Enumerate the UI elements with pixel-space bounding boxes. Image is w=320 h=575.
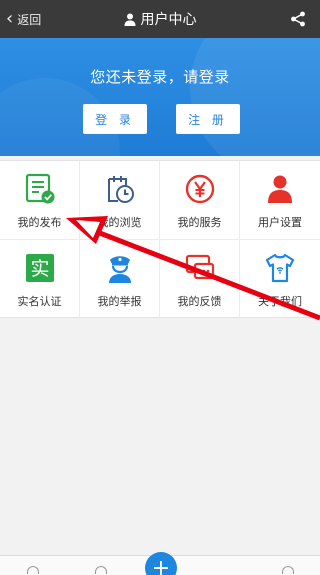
grid-item-label: 用户设置 <box>258 216 302 229</box>
document-check-icon <box>25 173 55 204</box>
grid-item-my-feedback[interactable]: 我的反馈 <box>160 240 240 319</box>
banner-decoration <box>190 38 320 156</box>
feature-grid: 我的发布 我的浏览 我的服务 用户设置 实 实名认证 我的举报 我的反馈 关于我… <box>0 160 320 319</box>
feedback-icon <box>185 254 215 280</box>
grid-item-label: 我的反馈 <box>177 295 222 308</box>
verify-icon: 实 <box>26 254 54 282</box>
police-icon <box>109 256 131 283</box>
grid-item-label: 关于我们 <box>258 295 302 308</box>
grid-item-my-reports[interactable]: 我的举报 <box>80 240 160 319</box>
user-icon <box>268 175 292 203</box>
person-icon <box>124 13 136 26</box>
grid-item-label: 我的浏览 <box>97 216 142 229</box>
grid-item-my-posts[interactable]: 我的发布 <box>0 161 80 240</box>
page-title-text: 用户中心 <box>140 12 197 28</box>
grid-item-real-name-verify[interactable]: 实 实名认证 <box>0 240 80 319</box>
plus-icon: + <box>151 555 171 575</box>
category-tab-icon[interactable] <box>95 566 107 574</box>
grid-item-label: 我的服务 <box>177 216 222 229</box>
login-button[interactable]: 登 录 <box>83 104 147 134</box>
login-prompt: 您还未登录，请登录 <box>90 68 230 86</box>
grid-item-label: 实名认证 <box>17 295 62 308</box>
grid-item-my-browse[interactable]: 我的浏览 <box>80 161 160 240</box>
yen-circle-icon <box>185 174 215 204</box>
home-tab-icon[interactable] <box>27 566 39 574</box>
page-title: 用户中心 <box>0 0 320 38</box>
grid-item-user-settings[interactable]: 用户设置 <box>240 161 320 240</box>
tshirt-icon <box>265 253 295 283</box>
profile-tab-icon[interactable] <box>282 566 294 574</box>
share-icon[interactable] <box>290 11 306 27</box>
grid-item-label: 我的发布 <box>17 216 62 229</box>
grid-item-my-services[interactable]: 我的服务 <box>160 161 240 240</box>
grid-item-label: 我的举报 <box>97 295 142 308</box>
login-banner: 您还未登录，请登录 登 录 注 册 <box>0 38 320 156</box>
verify-char: 实 <box>30 258 49 280</box>
top-navigation-bar: ‹ 返回 用户中心 <box>0 0 320 38</box>
register-button[interactable]: 注 册 <box>176 104 240 134</box>
grid-item-about-us[interactable]: 关于我们 <box>240 240 320 319</box>
calendar-clock-icon <box>108 176 134 203</box>
